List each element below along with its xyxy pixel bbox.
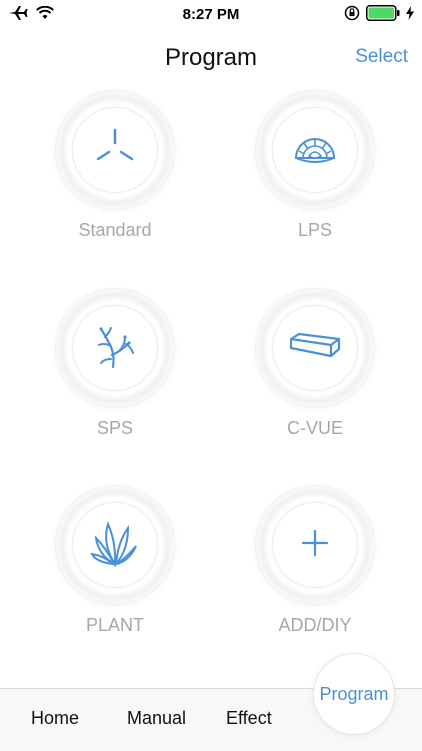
program-add-diy[interactable]: ADD/DIY [215, 485, 415, 665]
program-label: Standard [78, 220, 152, 240]
program-inner-circle [273, 108, 357, 192]
tab-home[interactable]: Home [31, 708, 79, 729]
program-standard[interactable]: Standard [15, 90, 215, 270]
program-ring [255, 485, 375, 605]
program-label: PLANT [85, 615, 145, 635]
plus-icon [300, 528, 330, 563]
program-inner-circle [73, 306, 157, 390]
select-button[interactable]: Select [355, 46, 408, 68]
lps-coral-icon [292, 128, 338, 173]
program-label: C-VUE [286, 418, 343, 438]
plant-leaves-icon [90, 518, 140, 573]
program-plant[interactable]: PLANT [15, 485, 215, 665]
program-inner-circle [73, 503, 157, 587]
status-right [344, 5, 414, 26]
program-cvue[interactable]: C-VUE [215, 288, 415, 468]
program-ring [55, 288, 175, 408]
program-ring [255, 288, 375, 408]
program-inner-circle [73, 108, 157, 192]
charging-bolt-icon [406, 6, 414, 25]
program-lps[interactable]: LPS [215, 90, 415, 270]
tab-program-label: Program [319, 683, 389, 704]
program-sps[interactable]: SPS [15, 288, 215, 468]
program-ring [55, 485, 175, 605]
program-inner-circle [273, 306, 357, 390]
program-inner-circle [273, 503, 357, 587]
battery-icon [366, 5, 400, 26]
status-bar: 8:27 PM [0, 0, 422, 30]
tab-manual[interactable]: Manual [127, 708, 186, 729]
standard-tri-icon [93, 126, 137, 175]
tab-program[interactable]: Program [314, 654, 394, 734]
program-ring [55, 90, 175, 210]
program-ring [255, 90, 375, 210]
cvue-bar-icon [287, 331, 343, 366]
sps-branch-icon [93, 323, 137, 374]
program-label: ADD/DIY [278, 615, 352, 635]
program-label: LPS [297, 220, 333, 240]
tab-effect[interactable]: Effect [226, 708, 272, 729]
orientation-lock-icon [344, 5, 360, 26]
program-label: SPS [96, 418, 134, 438]
